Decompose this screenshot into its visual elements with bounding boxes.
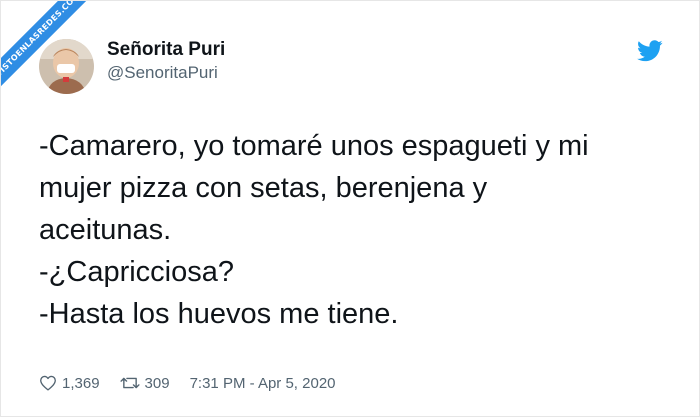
tweet-text-line: -¿Capricciosa? bbox=[39, 256, 234, 288]
tweet-text-line: -Hasta los huevos me tiene. bbox=[39, 298, 399, 330]
tweet-card: VISTOENLASREDES.COM Señorita Puri @Senor… bbox=[0, 0, 700, 417]
tweet-footer: 1,369 309 7:31 PM - Apr 5, 2020 bbox=[39, 373, 336, 393]
like-button[interactable]: 1,369 bbox=[39, 375, 100, 392]
tweet-text-line: mujer pizza con setas, berenjena y bbox=[39, 172, 488, 204]
tweet-text-line: -Camarero, yo tomaré unos espagueti y mi bbox=[39, 130, 589, 162]
heart-icon bbox=[40, 375, 56, 391]
tweet-text: -Camarero, yo tomaré unos espagueti y mi… bbox=[39, 125, 679, 335]
retweet-icon bbox=[120, 377, 140, 389]
retweet-count: 309 bbox=[144, 374, 170, 392]
tweet-text-line: aceitunas. bbox=[39, 214, 172, 246]
tweet-timestamp[interactable]: 7:31 PM - Apr 5, 2020 bbox=[190, 375, 336, 392]
display-name[interactable]: Señorita Puri bbox=[107, 39, 225, 61]
retweet-button[interactable]: 309 bbox=[120, 375, 170, 392]
user-handle[interactable]: @SenoritaPuri bbox=[107, 63, 218, 83]
avatar-image bbox=[39, 39, 94, 94]
like-count: 1,369 bbox=[62, 374, 100, 392]
avatar[interactable] bbox=[39, 39, 94, 94]
twitter-bird-icon[interactable] bbox=[637, 40, 663, 62]
